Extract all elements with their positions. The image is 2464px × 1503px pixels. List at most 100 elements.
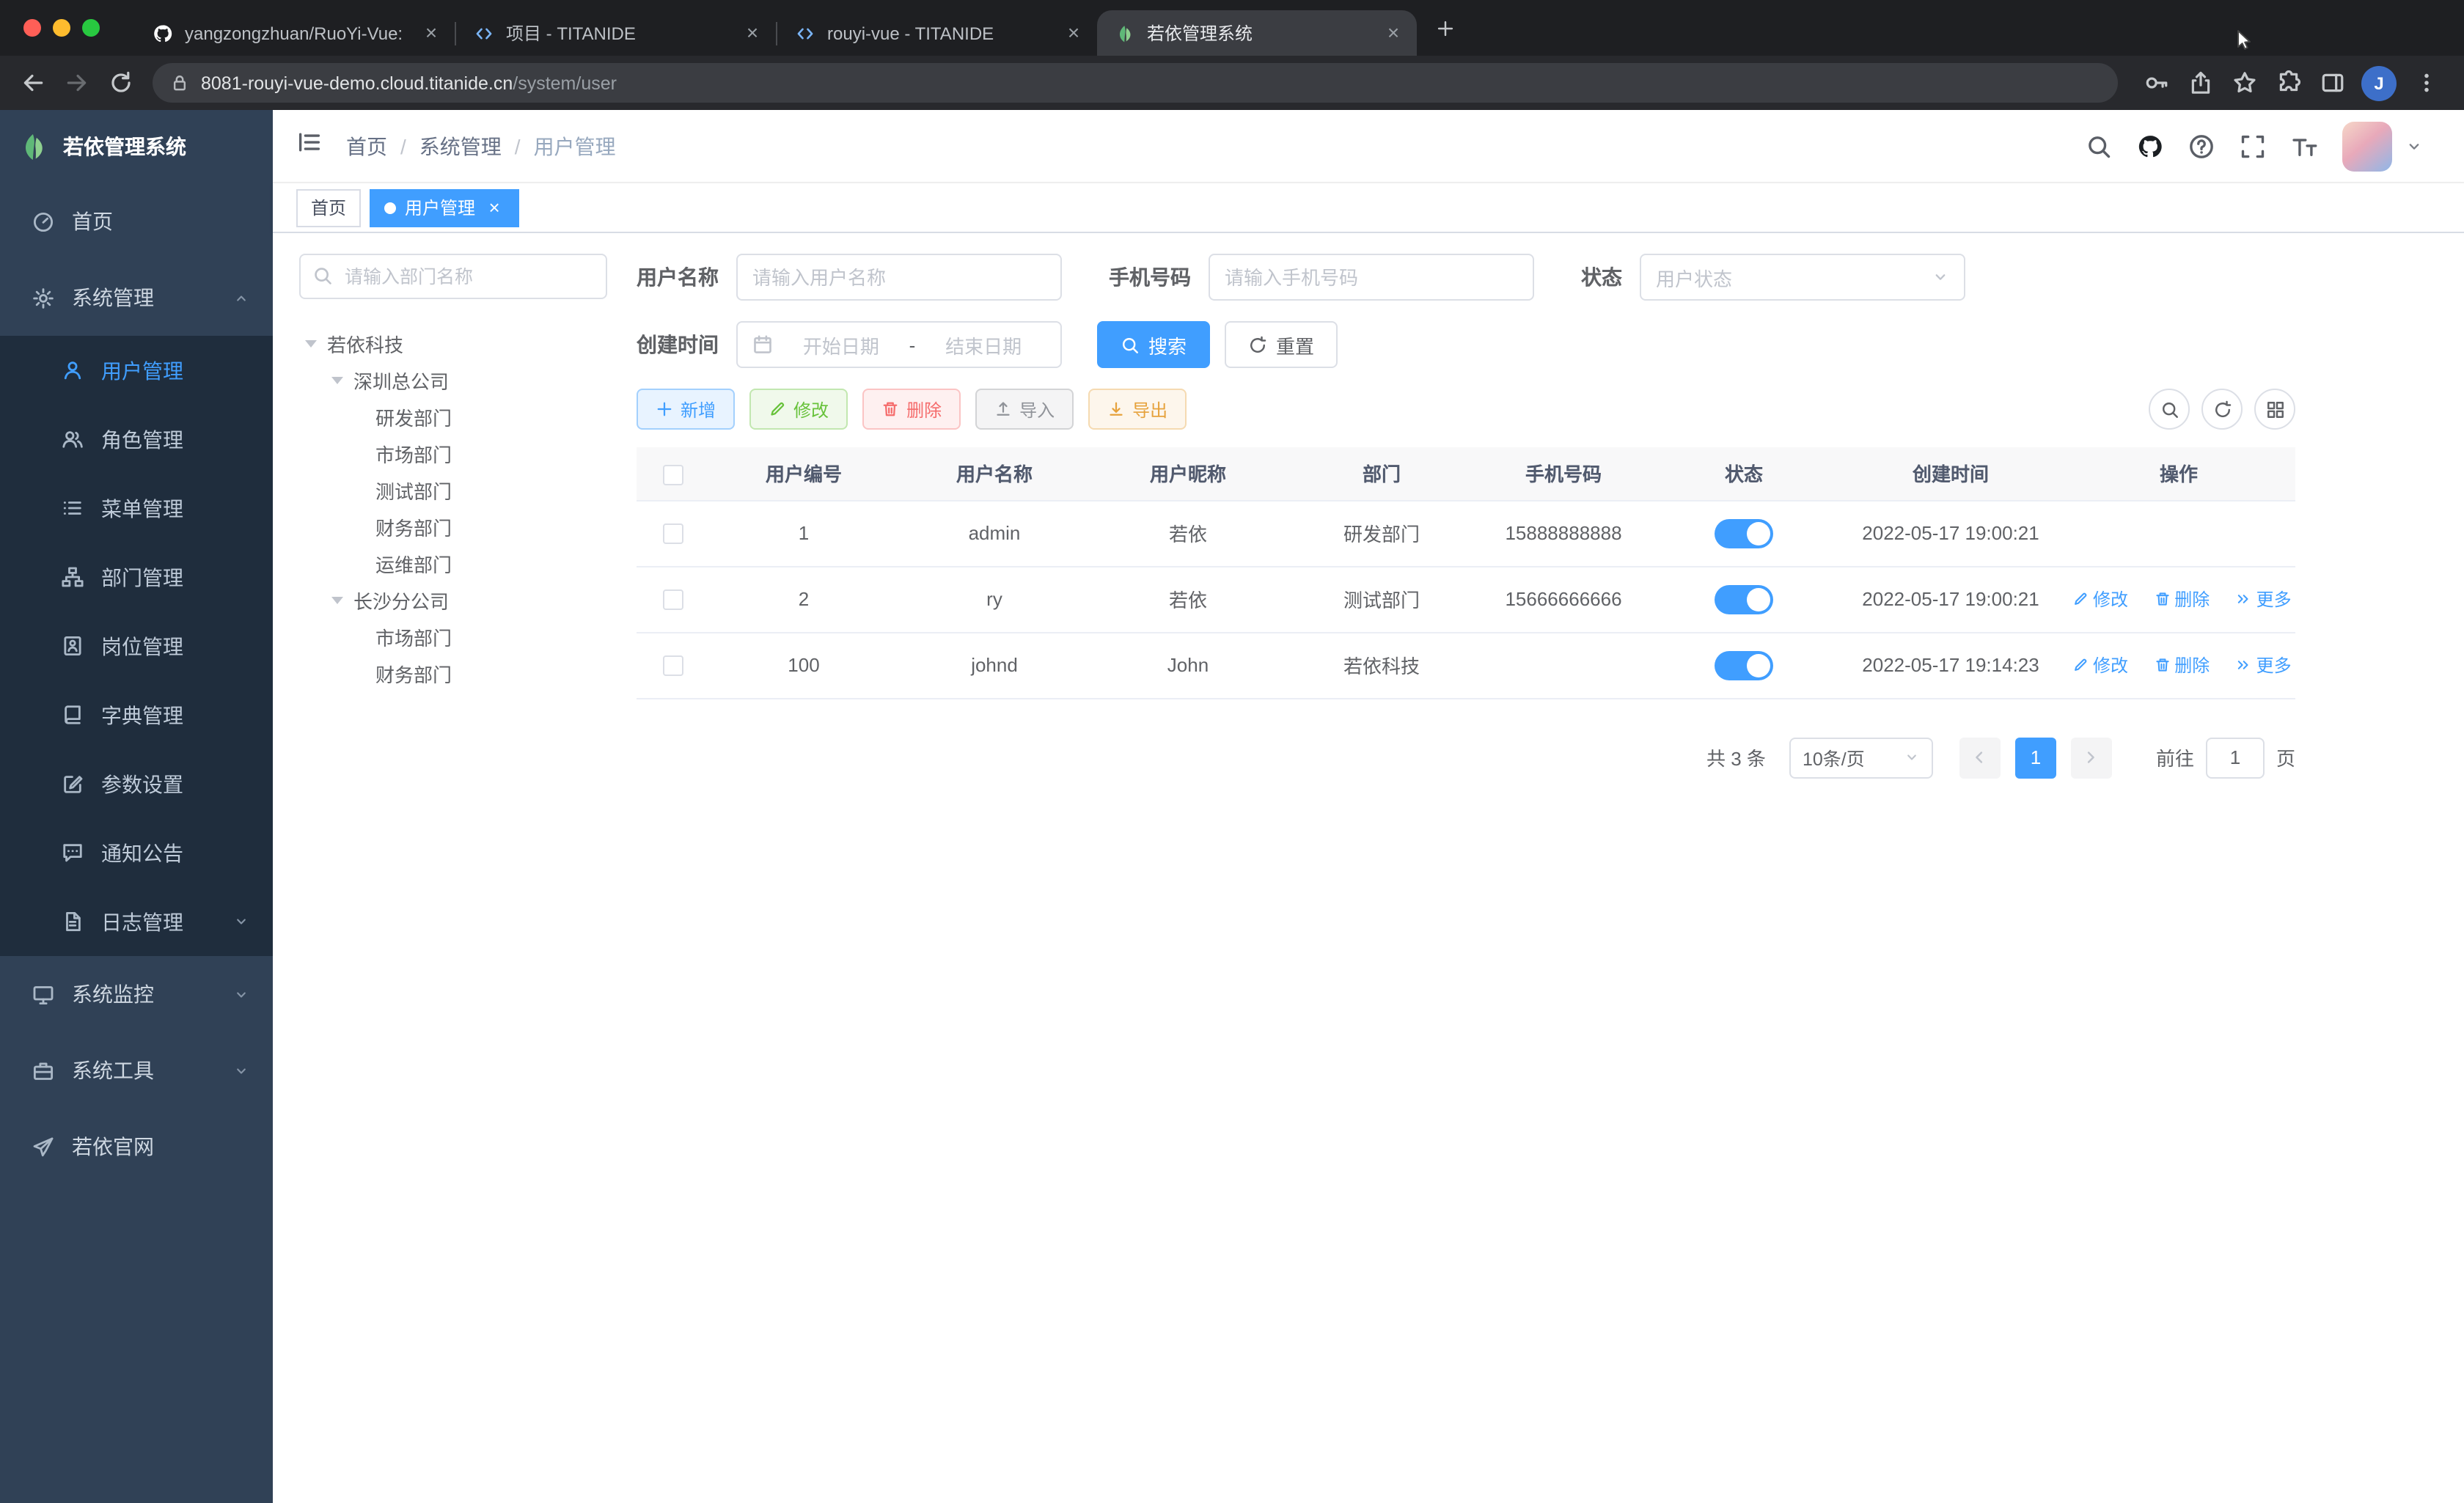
fullscreen-icon[interactable] xyxy=(2240,133,2266,159)
sidebar-item-role-mgmt[interactable]: 角色管理 xyxy=(0,405,273,474)
browser-tab-github[interactable]: yangzongzhuan/RuoYi-Vue: (R × xyxy=(135,10,455,56)
side-panel-button[interactable] xyxy=(2311,62,2353,103)
row-checkbox[interactable] xyxy=(663,589,683,611)
status-toggle[interactable] xyxy=(1715,650,1773,680)
prev-page-button[interactable] xyxy=(1959,737,2001,778)
table-row[interactable]: 1 admin 若依 研发部门 15888888888 2022-05-17 1… xyxy=(637,500,2295,567)
tree-node[interactable]: 深圳总公司 xyxy=(299,362,607,399)
refresh-table-button[interactable] xyxy=(2201,389,2243,430)
row-checkbox[interactable] xyxy=(663,523,683,545)
row-delete-link[interactable]: 删除 xyxy=(2154,653,2210,677)
tree-node[interactable]: 市场部门 xyxy=(299,436,607,472)
page-size-select[interactable]: 10条/页 xyxy=(1789,737,1933,778)
tree-expand-caret-icon[interactable] xyxy=(331,597,343,604)
password-manager-button[interactable] xyxy=(2135,62,2177,103)
help-icon[interactable] xyxy=(2188,133,2215,159)
tree-node[interactable]: 运维部门 xyxy=(299,545,607,582)
tree-node[interactable]: 市场部门 xyxy=(299,619,607,655)
tab-close-button[interactable]: × xyxy=(741,21,764,45)
sidebar-item-user-mgmt[interactable]: 用户管理 xyxy=(0,336,273,405)
date-range-picker[interactable]: 开始日期 - 结束日期 xyxy=(736,321,1062,368)
tag-close-button[interactable]: × xyxy=(484,197,505,218)
tree-node[interactable]: 研发部门 xyxy=(299,399,607,436)
tag-user-mgmt[interactable]: 用户管理 × xyxy=(370,188,520,227)
window-zoom-button[interactable] xyxy=(82,19,100,37)
phone-input[interactable] xyxy=(1209,254,1534,301)
share-button[interactable] xyxy=(2179,62,2221,103)
export-button[interactable]: 导出 xyxy=(1088,389,1187,430)
tree-node[interactable]: 测试部门 xyxy=(299,472,607,509)
sidebar-item-dept-mgmt[interactable]: 部门管理 xyxy=(0,543,273,611)
goto-page-input[interactable] xyxy=(2205,737,2265,778)
browser-menu-button[interactable] xyxy=(2405,62,2446,103)
back-button[interactable] xyxy=(12,62,53,103)
bookmark-button[interactable] xyxy=(2223,62,2265,103)
row-edit-link[interactable]: 修改 xyxy=(2072,587,2128,611)
row-more-link[interactable]: 更多 xyxy=(2236,587,2292,611)
username-input[interactable] xyxy=(736,254,1062,301)
sidebar-item-notice[interactable]: 通知公告 xyxy=(0,818,273,887)
tree-expand-caret-icon[interactable] xyxy=(305,340,317,348)
breadcrumb-system-mgmt[interactable]: 系统管理 xyxy=(419,131,502,161)
sidebar-item-monitor[interactable]: 系统监控 xyxy=(0,956,273,1032)
tab-close-button[interactable]: × xyxy=(1382,21,1405,45)
browser-tab-rouyi-vue[interactable]: rouyi-vue - TITANIDE × xyxy=(777,10,1097,56)
reset-button[interactable]: 重置 xyxy=(1225,321,1338,368)
tree-node[interactable]: 长沙分公司 xyxy=(299,582,607,619)
window-close-button[interactable] xyxy=(23,19,41,37)
extensions-button[interactable] xyxy=(2267,62,2309,103)
sidebar-item-param-settings[interactable]: 参数设置 xyxy=(0,749,273,818)
tab-close-button[interactable]: × xyxy=(419,21,443,45)
tree-node[interactable]: 财务部门 xyxy=(299,509,607,545)
avatar-caret-icon[interactable] xyxy=(2405,137,2423,155)
browser-profile-avatar[interactable]: J xyxy=(2361,65,2397,100)
forward-button[interactable] xyxy=(56,62,97,103)
row-edit-link[interactable]: 修改 xyxy=(2072,653,2128,677)
row-checkbox[interactable] xyxy=(663,655,683,677)
header-search-icon[interactable] xyxy=(2086,133,2112,159)
tree-node[interactable]: 财务部门 xyxy=(299,655,607,692)
sidebar-item-website[interactable]: 若依官网 xyxy=(0,1109,273,1185)
search-button[interactable]: 搜索 xyxy=(1097,321,1211,368)
app-logo[interactable]: 若依管理系统 xyxy=(0,110,273,183)
row-more-link[interactable]: 更多 xyxy=(2236,653,2292,677)
tree-expand-caret-icon[interactable] xyxy=(331,377,343,384)
row-delete-link[interactable]: 删除 xyxy=(2154,587,2210,611)
column-settings-button[interactable] xyxy=(2254,389,2295,430)
sidebar-toggle-button[interactable] xyxy=(296,129,323,163)
tag-home[interactable]: 首页 xyxy=(296,188,362,227)
breadcrumb-home[interactable]: 首页 xyxy=(346,131,387,161)
page-number-button[interactable]: 1 xyxy=(2014,737,2056,778)
reload-button[interactable] xyxy=(100,62,141,103)
sidebar-item-tools[interactable]: 系统工具 xyxy=(0,1032,273,1109)
sidebar-item-dict-mgmt[interactable]: 字典管理 xyxy=(0,680,273,749)
dept-search-input[interactable] xyxy=(299,254,607,299)
tree-node[interactable]: 若依科技 xyxy=(299,326,607,362)
browser-tab-ruoyi-admin[interactable]: 若依管理系统 × xyxy=(1097,10,1417,56)
github-icon[interactable] xyxy=(2137,133,2163,159)
edit-button[interactable]: 修改 xyxy=(749,389,848,430)
status-toggle[interactable] xyxy=(1715,584,1773,614)
delete-button[interactable]: 删除 xyxy=(862,389,961,430)
table-row[interactable]: 100 johnd John 若依科技 2022-05-17 19:14:23 … xyxy=(637,632,2295,699)
add-button[interactable]: 新增 xyxy=(637,389,736,430)
status-toggle[interactable] xyxy=(1715,518,1773,548)
table-row[interactable]: 2 ry 若依 测试部门 15666666666 2022-05-17 19:0… xyxy=(637,566,2295,633)
user-avatar[interactable] xyxy=(2342,121,2392,171)
sidebar-item-menu-mgmt[interactable]: 菜单管理 xyxy=(0,474,273,543)
address-bar[interactable]: 8081-rouyi-vue-demo.cloud.titanide.cn/sy… xyxy=(153,63,2118,103)
tab-close-button[interactable]: × xyxy=(1062,21,1085,45)
new-tab-button[interactable] xyxy=(1426,9,1464,47)
select-all-checkbox[interactable] xyxy=(663,464,683,485)
sidebar-item-log-mgmt[interactable]: 日志管理 xyxy=(0,887,273,956)
sidebar-item-home[interactable]: 首页 xyxy=(0,183,273,260)
toggle-search-button[interactable] xyxy=(2149,389,2190,430)
window-minimize-button[interactable] xyxy=(53,19,70,37)
sidebar-item-system-mgmt[interactable]: 系统管理 xyxy=(0,260,273,336)
sidebar-item-post-mgmt[interactable]: 岗位管理 xyxy=(0,611,273,680)
next-page-button[interactable] xyxy=(2070,737,2112,778)
import-button[interactable]: 导入 xyxy=(975,389,1074,430)
font-size-icon[interactable] xyxy=(2291,133,2317,159)
status-select[interactable]: 用户状态 xyxy=(1640,254,1965,301)
browser-tab-project[interactable]: 项目 - TITANIDE × xyxy=(456,10,776,56)
